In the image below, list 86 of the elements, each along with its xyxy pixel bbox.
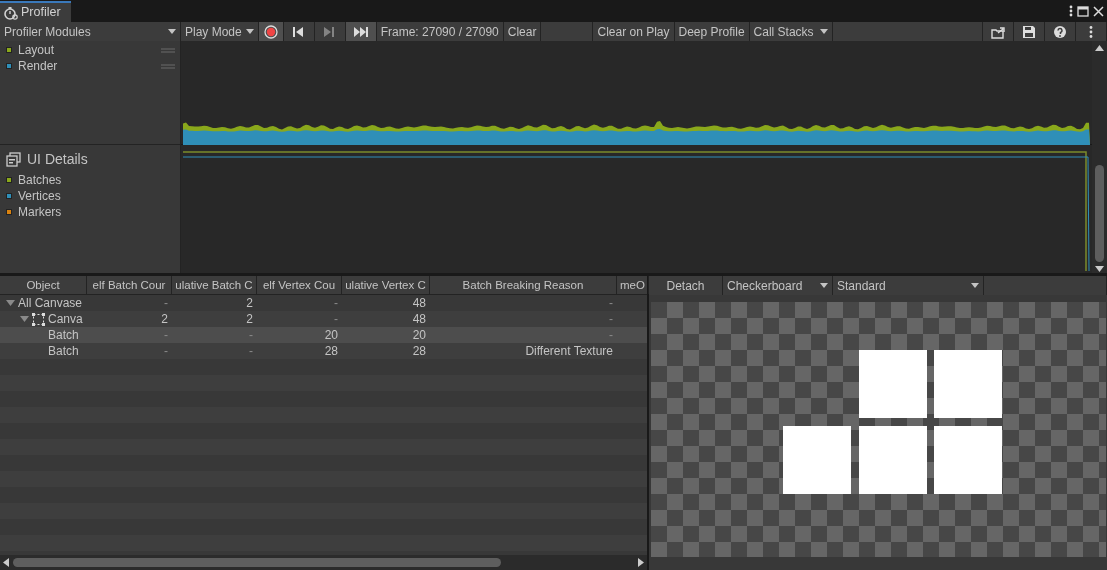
module-title: UI Details xyxy=(27,149,88,169)
table-cell-text: 28 xyxy=(411,343,427,359)
previous-frame-button[interactable] xyxy=(283,22,315,41)
object-name: Batch xyxy=(48,327,79,343)
save-icon xyxy=(1022,24,1036,39)
scroll-down-icon[interactable] xyxy=(1095,266,1104,272)
clear-button[interactable]: Clear xyxy=(503,22,542,41)
profiler-tab[interactable]: Profiler xyxy=(0,1,71,22)
expand-arrow-icon[interactable] xyxy=(20,316,29,322)
target-dropdown[interactable]: Play Mode xyxy=(181,22,259,41)
more-button[interactable] xyxy=(1076,22,1107,41)
object-name: All Canvase xyxy=(18,295,83,311)
help-icon xyxy=(1053,24,1067,39)
table-cell-text: 48 xyxy=(411,311,427,327)
scrollbar-thumb[interactable] xyxy=(13,558,501,567)
table-cell-text: - xyxy=(608,311,614,327)
scrollbar[interactable] xyxy=(1092,41,1107,273)
caret-icon xyxy=(820,283,828,288)
table-cell-text: Different Texture xyxy=(524,343,614,359)
help-button[interactable] xyxy=(1045,22,1076,41)
object-name: Batch xyxy=(48,343,79,359)
table-cell-text: - xyxy=(608,327,614,343)
table-cell-text: 20 xyxy=(323,327,339,343)
next-icon xyxy=(322,25,337,38)
table-row[interactable]: Batch - - 28 28 Different Texture xyxy=(0,343,647,359)
table-cell-text: - xyxy=(163,327,169,343)
drag-handle-icon[interactable] xyxy=(161,47,175,53)
column-header[interactable]: elf Batch Cour xyxy=(87,276,172,294)
table-row[interactable]: Canva 2 2 - 48 - xyxy=(0,311,647,327)
expand-arrow-icon[interactable] xyxy=(6,300,15,306)
table-cell-text: - xyxy=(248,327,254,343)
maximize-icon[interactable] xyxy=(1077,5,1089,17)
caret-icon xyxy=(245,29,254,34)
table-cell-text: 20 xyxy=(411,327,427,343)
column-header[interactable]: Object xyxy=(0,276,87,294)
canvas-icon xyxy=(32,312,45,326)
modules-dropdown[interactable]: Profiler Modules xyxy=(0,22,181,41)
record-icon xyxy=(263,24,278,39)
table-row[interactable]: Batch - - 20 20 - xyxy=(0,327,647,343)
table-cell-text: 2 xyxy=(245,295,254,311)
deep-profile-toggle[interactable]: Deep Profile xyxy=(674,22,750,41)
record-button[interactable] xyxy=(258,22,284,41)
column-header[interactable]: ulative Batch C xyxy=(172,276,257,294)
scroll-left-icon[interactable] xyxy=(3,558,9,567)
table-cell-text: - xyxy=(608,295,614,311)
call-stacks-dropdown[interactable]: Call Stacks xyxy=(749,22,833,41)
previous-icon xyxy=(291,25,306,38)
save-button[interactable] xyxy=(1014,22,1045,41)
table-cell-text: 28 xyxy=(323,343,339,359)
object-name: Canva xyxy=(48,311,83,327)
legend-label: Layout xyxy=(18,42,55,59)
frame-label: Frame: 27090 / 27090 xyxy=(376,22,504,41)
legend-label: Render xyxy=(18,58,58,75)
close-icon[interactable] xyxy=(1093,5,1104,17)
table-cell-text: 2 xyxy=(160,311,169,327)
table-cell-text: - xyxy=(333,311,339,327)
window-icon xyxy=(6,151,21,167)
legend-label: Batches xyxy=(18,172,62,189)
legend-label: Markers xyxy=(18,204,62,221)
load-button[interactable] xyxy=(983,22,1014,41)
detach-button[interactable]: Detach xyxy=(649,276,723,295)
more-icon[interactable] xyxy=(1069,5,1073,17)
column-header[interactable]: ulative Vertex C xyxy=(342,276,430,294)
clear-on-play-toggle[interactable]: Clear on Play xyxy=(593,22,675,41)
table-cell-text: 2 xyxy=(245,311,254,327)
table-cell-text: - xyxy=(163,295,169,311)
scroll-right-icon[interactable] xyxy=(638,558,644,567)
caret-icon xyxy=(971,283,979,288)
drag-handle-icon[interactable] xyxy=(161,63,175,69)
column-header[interactable]: elf Vertex Cou xyxy=(257,276,342,294)
table-cell-text: - xyxy=(163,343,169,359)
table-cell-text: - xyxy=(248,343,254,359)
scrollbar-thumb[interactable] xyxy=(1095,165,1104,262)
current-frame-button[interactable] xyxy=(345,22,377,41)
caret-icon xyxy=(817,29,828,34)
mode-dropdown[interactable]: Standard xyxy=(833,276,984,295)
scroll-up-icon[interactable] xyxy=(1095,45,1104,51)
caret-icon xyxy=(168,29,176,34)
legend-label: Vertices xyxy=(18,188,61,205)
background-dropdown[interactable]: Checkerboard xyxy=(723,276,833,295)
table-cell-text: 48 xyxy=(411,295,427,311)
table-cell-text: - xyxy=(333,295,339,311)
column-header[interactable]: Batch Breaking Reason xyxy=(430,276,617,294)
load-icon xyxy=(991,24,1005,39)
stopwatch-icon xyxy=(4,5,18,20)
current-icon xyxy=(353,25,368,38)
